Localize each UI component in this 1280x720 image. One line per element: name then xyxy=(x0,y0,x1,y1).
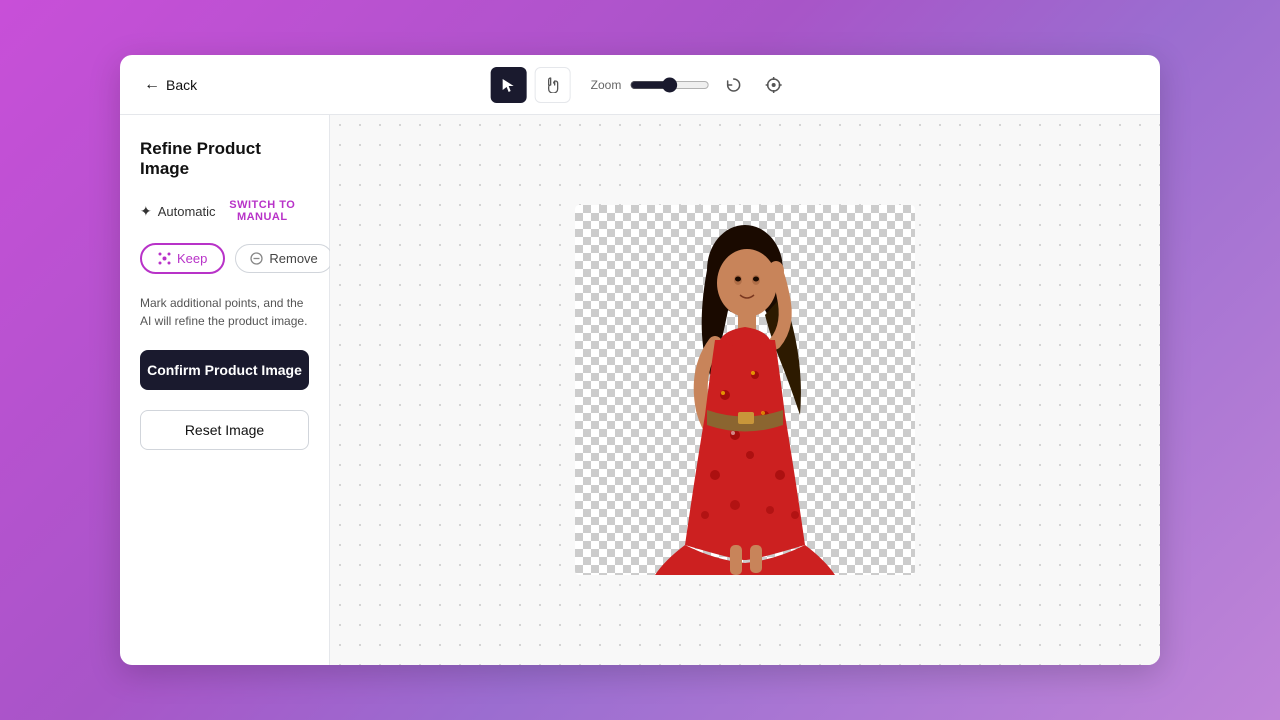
cursor-tool-button[interactable] xyxy=(491,67,527,103)
reset-button[interactable]: Reset Image xyxy=(140,410,309,450)
confirm-button[interactable]: Confirm Product Image xyxy=(140,350,309,390)
remove-icon xyxy=(250,252,263,265)
woman-illustration xyxy=(635,215,855,575)
image-wrapper xyxy=(575,205,915,575)
keep-icon xyxy=(158,252,171,265)
product-image xyxy=(575,205,915,575)
back-label: Back xyxy=(166,77,197,93)
auto-icon: ✦ xyxy=(140,203,152,220)
app-window: ← Back Zoom xyxy=(120,55,1160,665)
action-row: Keep Remove xyxy=(140,243,309,274)
target-icon xyxy=(764,76,782,94)
rotate-icon xyxy=(724,76,742,94)
hand-tool-button[interactable] xyxy=(535,67,571,103)
keep-button[interactable]: Keep xyxy=(140,243,225,274)
switch-manual-button[interactable]: SWITCH TO MANUAL xyxy=(216,199,309,223)
zoom-control: Zoom xyxy=(591,77,710,93)
mode-auto-label: ✦ Automatic xyxy=(140,203,216,220)
canvas-area[interactable] xyxy=(330,115,1160,665)
cursor-icon xyxy=(501,77,517,93)
sidebar: Refine Product Image ✦ Automatic SWITCH … xyxy=(120,115,330,665)
remove-button[interactable]: Remove xyxy=(235,244,332,273)
hand-icon xyxy=(545,77,561,93)
back-arrow-icon: ← xyxy=(144,76,160,94)
zoom-slider[interactable] xyxy=(629,77,709,93)
mode-label: Automatic xyxy=(158,204,216,219)
remove-label: Remove xyxy=(269,251,317,266)
target-button[interactable] xyxy=(757,69,789,101)
back-button[interactable]: ← Back xyxy=(144,76,197,94)
hint-text: Mark additional points, and the AI will … xyxy=(140,294,309,330)
canvas-content xyxy=(330,115,1160,665)
mode-row: ✦ Automatic SWITCH TO MANUAL xyxy=(140,199,309,223)
header-tools: Zoom xyxy=(491,67,790,103)
header: ← Back Zoom xyxy=(120,55,1160,115)
body: Refine Product Image ✦ Automatic SWITCH … xyxy=(120,115,1160,665)
zoom-label: Zoom xyxy=(591,78,622,92)
sidebar-title: Refine Product Image xyxy=(140,139,309,179)
rotate-button[interactable] xyxy=(717,69,749,101)
keep-label: Keep xyxy=(177,251,207,266)
